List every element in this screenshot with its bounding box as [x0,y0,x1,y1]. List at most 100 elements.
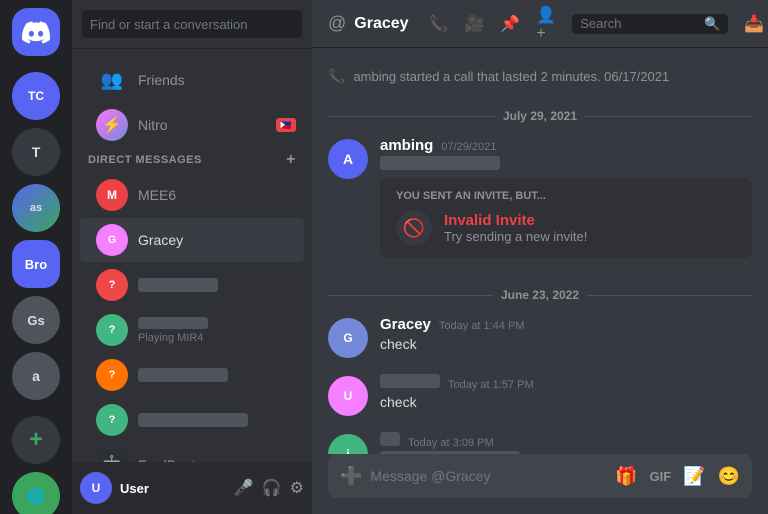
server-icon-bro[interactable]: Bro [12,240,60,288]
search-area [72,0,312,49]
discover-servers-button[interactable]: 🌐 [12,472,60,514]
gracey-header: Gracey Today at 1:44 PM [380,316,752,333]
server-icon-a[interactable]: a [12,352,60,400]
dm-name-gracey: Gracey [138,232,183,248]
user2-header: Today at 1:57 PM [380,374,752,391]
friends-icon: 👥 [96,64,128,96]
attach-icon[interactable]: ➕ [340,466,362,487]
pin-icon[interactable]: 📌 [500,14,520,34]
nitro-item[interactable]: ⚡ Nitro 🇵🇭 [80,103,304,147]
system-call-text: ambing started a call that lasted 2 minu… [353,69,669,84]
add-server-button[interactable]: + [12,416,60,464]
dm-name-fredboat: FredBoat♪♪ [138,457,210,462]
user3-avatar: i [328,434,368,454]
app: TC T as Bro Gs a + 🌐 👥 Friends ⚡ Nitro [0,0,768,514]
invalid-title: Invalid Invite [444,212,587,229]
message-ambing: A ambing 07/29/2021 YOU SENT AN INVITE, … [328,135,752,260]
gift-icon[interactable]: 🎁 [615,466,637,487]
dm-status-blurred2: Playing MIR4 [138,332,208,344]
nitro-label: Nitro [138,117,168,133]
discord-home-button[interactable] [12,8,60,56]
dm-item-mee6[interactable]: M MEE6 [80,173,304,217]
user3-content: Today at 3:09 PM YOU SENT AN INVITE TO J… [380,432,752,454]
fredboat-avatar: 🤖 [96,449,128,462]
user2-blurred-name [380,374,440,388]
user3-blurred-name [380,432,400,446]
dm-sidebar: 👥 Friends ⚡ Nitro 🇵🇭 DIRECT MESSAGES + [72,0,312,514]
dm-list: 👥 Friends ⚡ Nitro 🇵🇭 DIRECT MESSAGES + [72,49,312,462]
date-divider-june: June 23, 2022 [328,288,752,302]
gracey-chat-avatar: G [328,318,368,358]
video-call-icon[interactable]: 🎥 [464,14,484,34]
add-dm-button[interactable]: + [286,152,296,168]
header-icons: 📞 🎥 📌 👤+ 🔍 📥 ❓ [429,5,768,43]
ambing-header: ambing 07/29/2021 [380,137,752,154]
search-input[interactable] [82,10,302,38]
dm-name-blurred3 [138,368,228,382]
ambing-avatar: A [328,139,368,179]
call-icon: 📞 [328,68,345,85]
mic-button[interactable]: 🎤 [234,478,254,498]
dm-item-fredboat[interactable]: 🤖 FredBoat♪♪ [80,443,304,462]
invite-label: YOU SENT AN INVITE, BUT... [396,190,736,202]
user2-timestamp: Today at 1:57 PM [448,379,534,391]
header-search-input[interactable] [580,16,700,31]
server-icon-tc[interactable]: TC [12,72,60,120]
dm-item-blurred2[interactable]: ? Playing MIR4 [80,308,304,352]
search-magnifier-icon: 🔍 [704,16,720,32]
invite-invalid: 🚫 Invalid Invite Try sending a new invit… [396,210,736,246]
header-search: 🔍 [572,14,728,34]
friends-label: Friends [138,72,185,88]
user3-header: Today at 3:09 PM [380,432,752,449]
input-right-icons: 🎁 GIF 📝 😊 [615,466,740,487]
friends-item[interactable]: 👥 Friends [80,58,304,102]
headphones-button[interactable]: 🎧 [262,478,282,498]
dm-name-mee6: MEE6 [138,187,176,203]
chat-input-area: ➕ 🎁 GIF 📝 😊 [312,454,768,514]
invalid-text: Invalid Invite Try sending a new invite! [444,212,587,244]
user2-content: Today at 1:57 PM check [380,374,752,416]
inbox-icon[interactable]: 📥 [744,14,764,34]
settings-button[interactable]: ⚙ [290,478,304,498]
chat-header: @ Gracey 📞 🎥 📌 👤+ 🔍 📥 ❓ [312,0,768,48]
mee6-avatar: M [96,179,128,211]
chat-username: Gracey [354,15,408,33]
self-avatar: U [80,472,112,504]
invalid-subtitle: Try sending a new invite! [444,229,587,244]
blurred2-avatar: ? [96,314,128,346]
add-member-icon[interactable]: 👤+ [536,5,556,43]
message-gracey: G Gracey Today at 1:44 PM check [328,314,752,360]
dm-section-header: DIRECT MESSAGES + [72,148,312,172]
date-divider-july: July 29, 2021 [328,109,752,123]
ambing-blurred-text [380,156,500,170]
blurred3-avatar: ? [96,359,128,391]
invalid-icon: 🚫 [396,210,432,246]
sticker-icon[interactable]: 📝 [683,466,705,487]
ambing-content: ambing 07/29/2021 YOU SENT AN INVITE, BU… [380,137,752,258]
messages-area: 📞 ambing started a call that lasted 2 mi… [312,48,768,454]
gracey-avatar: G [96,224,128,256]
message-input[interactable] [370,468,607,484]
server-icon-t[interactable]: T [12,128,60,176]
server-icon-gs[interactable]: Gs [12,296,60,344]
blurred4-avatar: ? [96,404,128,436]
user2-avatar: U [328,376,368,416]
gracey-author: Gracey [380,316,431,333]
emoji-icon[interactable]: 😊 [718,466,740,487]
self-username: User [120,481,226,496]
dm-item-blurred4[interactable]: ? [80,398,304,442]
invalid-invite-box: YOU SENT AN INVITE, BUT... 🚫 Invalid Inv… [380,178,752,258]
phone-call-icon[interactable]: 📞 [429,14,449,34]
user3-timestamp: Today at 3:09 PM [408,437,494,449]
nitro-icon: ⚡ [96,109,128,141]
dm-item-blurred3[interactable]: ? [80,353,304,397]
dm-name-blurred1 [138,278,218,292]
gracey-content: Gracey Today at 1:44 PM check [380,316,752,358]
server-icon-user[interactable]: as [12,184,60,232]
user2-text: check [380,393,752,413]
gracey-text: check [380,335,752,355]
dm-item-gracey[interactable]: G Gracey [80,218,304,262]
dm-item-blurred1[interactable]: ? [80,263,304,307]
gif-icon[interactable]: GIF [649,469,671,484]
input-box: ➕ 🎁 GIF 📝 😊 [328,454,752,498]
